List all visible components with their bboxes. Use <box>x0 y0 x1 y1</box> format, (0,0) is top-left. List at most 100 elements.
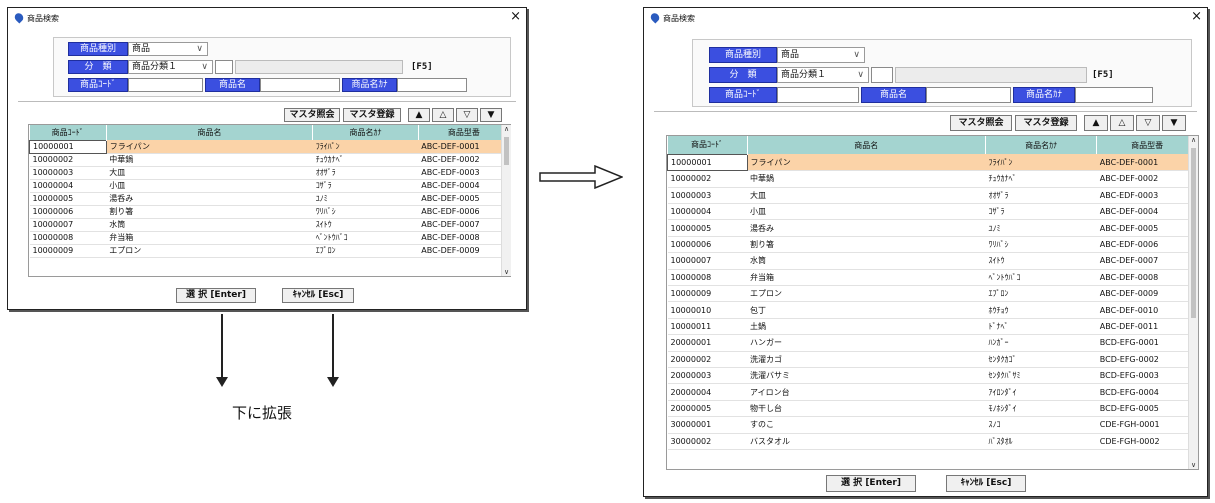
table-cell: 10000003 <box>29 166 107 180</box>
table-row[interactable]: 10000003 大皿 ｵｵｻﾞﾗ ABC-EDF-0003 <box>29 166 510 180</box>
table-cell: ABC-EDF-0006 <box>1096 236 1198 254</box>
column-header[interactable]: 商品ｺｰﾄﾞ <box>29 125 107 140</box>
class-code-input[interactable] <box>215 60 233 74</box>
column-header[interactable]: 商品名 <box>106 125 314 140</box>
category-select[interactable]: 商品 ∨ <box>777 47 865 63</box>
table-row[interactable]: 20000003 洗濯バサミ ｾﾝﾀｸﾊﾞｻﾐ BCD-EFG-0003 <box>667 367 1198 385</box>
table-cell: 水筒 <box>106 218 313 232</box>
last-page-button[interactable]: ▼ <box>480 108 502 122</box>
class-select[interactable]: 商品分類１ ∨ <box>128 60 213 74</box>
code-input[interactable] <box>128 78 203 92</box>
class-label: 分 類 <box>68 60 128 74</box>
table-cell: 10000010 <box>667 301 747 319</box>
expand-arrow-left <box>216 314 228 387</box>
f5-hint: [F5] <box>411 62 433 72</box>
first-page-button[interactable]: ▲ <box>408 108 430 122</box>
next-page-button[interactable]: ▽ <box>456 108 478 122</box>
close-icon[interactable]: × <box>510 8 521 26</box>
table-header: 商品ｺｰﾄﾞ 商品名 商品名ｶﾅ 商品型番 <box>667 136 1198 155</box>
scrollbar[interactable]: ∧ ∨ <box>501 125 511 276</box>
cancel-button[interactable]: ｷｬﾝｾﾙ [Esc] <box>946 475 1026 492</box>
column-header[interactable]: 商品型番 <box>418 125 510 140</box>
category-select[interactable]: 商品 ∨ <box>128 42 208 56</box>
table-row[interactable]: 20000002 洗濯カゴ ｾﾝﾀｸｶｺﾞ BCD-EFG-0002 <box>667 351 1198 368</box>
name-input[interactable] <box>926 87 1011 103</box>
master-ref-button[interactable]: マスタ照会 <box>950 115 1012 131</box>
table-cell: 10000007 <box>29 218 107 232</box>
table-cell: ﾁｭｳｶﾅﾍﾞ <box>312 153 419 167</box>
window-title: 商品検索 <box>27 14 59 23</box>
scroll-thumb[interactable] <box>1191 148 1196 318</box>
table-row[interactable]: 20000004 アイロン台 ｱｲﾛﾝﾀﾞｲ BCD-EFG-0004 <box>667 383 1198 401</box>
name-input[interactable] <box>260 78 340 92</box>
table-row[interactable]: 10000002 中華鍋 ﾁｭｳｶﾅﾍﾞ ABC-DEF-0002 <box>29 153 510 167</box>
class-code-input[interactable] <box>871 67 893 83</box>
table-row[interactable]: 10000003 大皿 ｵｵｻﾞﾗ ABC-EDF-0003 <box>667 187 1198 205</box>
table-cell: 20000004 <box>667 383 747 401</box>
table-cell: 弁当箱 <box>747 269 986 287</box>
table-row[interactable]: 20000005 物干し台 ﾓﾉﾎｼﾀﾞｲ BCD-EFG-0005 <box>667 400 1198 418</box>
table-cell: ﾁｭｳｶﾅﾍﾞ <box>985 170 1097 188</box>
table-row[interactable]: 10000008 弁当箱 ﾍﾞﾝﾄｳﾊﾞｺ ABC-DEF-0008 <box>667 269 1198 287</box>
table-row[interactable]: 10000008 弁当箱 ﾍﾞﾝﾄｳﾊﾞｺ ABC-DEF-0008 <box>29 231 510 245</box>
table-row[interactable]: 10000007 水筒 ｽｲﾄｳ ABC-DEF-0007 <box>667 252 1198 270</box>
table-row[interactable]: 10000005 湯呑み ﾕﾉﾐ ABC-DEF-0005 <box>29 192 510 206</box>
next-page-button[interactable]: ▽ <box>1136 115 1160 131</box>
class-select[interactable]: 商品分類１ ∨ <box>777 67 869 83</box>
class-name-display <box>895 67 1087 83</box>
scrollbar[interactable]: ∧ ∨ <box>1188 136 1198 469</box>
prev-page-button[interactable]: △ <box>1110 115 1134 131</box>
table-cell: ｵｵｻﾞﾗ <box>312 166 419 180</box>
master-reg-button[interactable]: マスタ登録 <box>1015 115 1077 131</box>
table-row[interactable]: 10000001 フライパン ﾌﾗｲﾊﾟﾝ ABC-DEF-0001 <box>29 139 510 154</box>
scroll-thumb[interactable] <box>504 137 509 165</box>
results-grid: 商品ｺｰﾄﾞ 商品名 商品名ｶﾅ 商品型番 10000001 フライパン ﾌﾗｲﾊﾟﾝ ABC… <box>666 135 1199 470</box>
table-cell: ABC-DEF-0005 <box>1096 219 1198 237</box>
results-grid: 商品ｺｰﾄﾞ 商品名 商品名ｶﾅ 商品型番 10000001 フライパン ﾌﾗｲﾊﾟﾝ ABC… <box>28 124 511 277</box>
close-icon[interactable]: × <box>1191 8 1202 26</box>
table-row[interactable]: 10000004 小皿 ｺｻﾞﾗ ABC-DEF-0004 <box>667 203 1198 221</box>
window-title: 商品検索 <box>663 14 695 23</box>
table-cell: ABC-DEF-0007 <box>1096 252 1198 270</box>
column-header[interactable]: 商品ｺｰﾄﾞ <box>667 136 748 155</box>
table-row[interactable]: 10000007 水筒 ｽｲﾄｳ ABC-DEF-0007 <box>29 218 510 232</box>
table-row[interactable]: 10000011 土鍋 ﾄﾞﾅﾍﾞ ABC-DEF-0011 <box>667 318 1198 336</box>
column-header[interactable]: 商品名ｶﾅ <box>985 136 1098 155</box>
title-bar: 商品検索 × <box>8 8 526 28</box>
table-cell: 10000005 <box>29 192 107 206</box>
table-row[interactable]: 10000006 割り箸 ﾜﾘﾊﾞｼ ABC-EDF-0006 <box>29 205 510 219</box>
table-row[interactable]: 10000009 エプロン ｴﾌﾟﾛﾝ ABC-DEF-0009 <box>667 285 1198 303</box>
scroll-down-icon[interactable]: ∨ <box>502 268 511 276</box>
divider <box>18 101 516 102</box>
table-row[interactable]: 20000001 ハンガー ﾊﾝｶﾞｰ BCD-EFG-0001 <box>667 334 1198 352</box>
table-cell: 10000002 <box>667 170 747 188</box>
table-row[interactable]: 10000006 割り箸 ﾜﾘﾊﾞｼ ABC-EDF-0006 <box>667 236 1198 254</box>
table-row[interactable]: 10000005 湯呑み ﾕﾉﾐ ABC-DEF-0005 <box>667 219 1198 237</box>
table-row[interactable]: 30000002 バスタオル ﾊﾞｽﾀｵﾙ CDE-FGH-0002 <box>667 433 1198 450</box>
scroll-up-icon[interactable]: ∧ <box>502 125 511 133</box>
scroll-up-icon[interactable]: ∧ <box>1189 136 1198 144</box>
master-reg-button[interactable]: マスタ登録 <box>343 108 401 122</box>
chevron-down-icon: ∨ <box>857 70 864 80</box>
table-cell: ABC-DEF-0001 <box>418 140 510 154</box>
cancel-button[interactable]: ｷｬﾝｾﾙ [Esc] <box>282 288 354 303</box>
last-page-button[interactable]: ▼ <box>1162 115 1186 131</box>
column-header[interactable]: 商品名ｶﾅ <box>312 125 419 140</box>
select-button[interactable]: 選 択 [Enter] <box>176 288 256 303</box>
master-ref-button[interactable]: マスタ照会 <box>284 108 340 122</box>
table-row[interactable]: 10000001 フライパン ﾌﾗｲﾊﾟﾝ ABC-DEF-0001 <box>667 153 1198 172</box>
prev-page-button[interactable]: △ <box>432 108 454 122</box>
table-row[interactable]: 10000004 小皿 ｺｻﾞﾗ ABC-DEF-0004 <box>29 179 510 193</box>
column-header[interactable]: 商品型番 <box>1096 136 1198 155</box>
column-header[interactable]: 商品名 <box>747 136 986 155</box>
kana-input[interactable] <box>397 78 467 92</box>
kana-input[interactable] <box>1075 87 1153 103</box>
table-row[interactable]: 30000001 すのこ ｽﾉｺ CDE-FGH-0001 <box>667 416 1198 434</box>
table-row[interactable]: 10000002 中華鍋 ﾁｭｳｶﾅﾍﾞ ABC-DEF-0002 <box>667 170 1198 188</box>
code-input[interactable] <box>777 87 859 103</box>
table-row[interactable]: 10000010 包丁 ﾎｳﾁｮｳ ABC-DEF-0010 <box>667 301 1198 319</box>
select-button[interactable]: 選 択 [Enter] <box>826 475 916 492</box>
table-row[interactable]: 10000009 エプロン ｴﾌﾟﾛﾝ ABC-DEF-0009 <box>29 244 510 258</box>
first-page-button[interactable]: ▲ <box>1084 115 1108 131</box>
scroll-down-icon[interactable]: ∨ <box>1189 461 1198 469</box>
